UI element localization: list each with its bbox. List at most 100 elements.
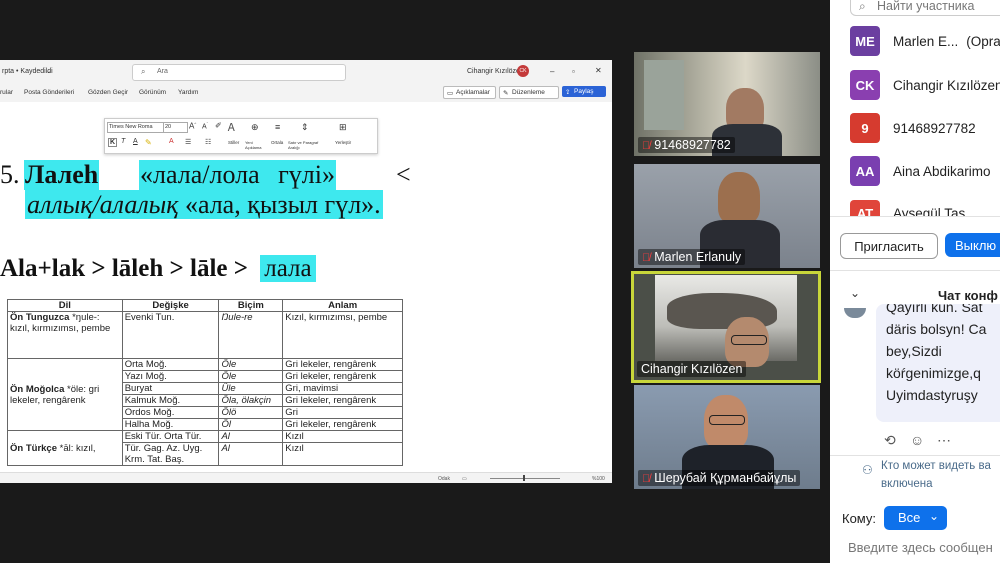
video-tile[interactable]: 🎙̸ 91468927782	[634, 52, 820, 156]
share-icon: ⇪	[565, 89, 571, 96]
center-align-icon[interactable]: ≡	[275, 122, 280, 132]
glasses-shape	[731, 335, 767, 345]
avatar: CK	[850, 70, 880, 100]
video-tile-active-speaker[interactable]: Cihangir Kızılözen	[631, 271, 821, 383]
search-placeholder: Ara	[157, 68, 168, 75]
participant-row[interactable]: ME Marlen E... (Opra	[850, 26, 1000, 56]
table-cell: Al	[218, 430, 284, 443]
participant-name: 91468927782	[654, 138, 731, 152]
font-name-select[interactable]: Times New Roma	[107, 122, 164, 133]
reply-icon[interactable]: ⟲	[884, 432, 896, 449]
video-tile[interactable]: 🎙̸ Marlen Erlanuly	[634, 164, 820, 268]
table-cell: Gri lekeler, rengârenk	[282, 418, 403, 431]
italic-icon[interactable]: T	[121, 138, 125, 145]
mic-muted-icon: 🎙̸	[642, 252, 651, 264]
shrink-font-icon[interactable]: Aˇ	[202, 121, 208, 130]
column-header: Dil	[7, 299, 123, 312]
table-row: Ön Türkçe *āl: kızıl, Eski Tür. Orta Tür…	[7, 430, 403, 466]
heading-line-2: аллық/алалық «ала, қызыл гүл».	[25, 190, 383, 219]
chat-title: Чат конф	[938, 288, 998, 303]
right-margin	[500, 102, 612, 472]
visibility-notice-line-2: включена	[881, 478, 933, 490]
chat-line: köŕgenimizge,q	[886, 365, 981, 381]
column-header: Değişke	[121, 299, 220, 312]
format-painter-icon[interactable]: ✐	[215, 121, 222, 130]
chat-line: däris bolsyn! Ca	[886, 321, 987, 337]
search-placeholder: Найти участника	[877, 0, 975, 13]
avatar: AA	[850, 156, 880, 186]
table-cell: Gri, mavimsi	[282, 382, 403, 395]
menu-item[interactable]: Yardım	[178, 89, 198, 96]
avatar: 9	[850, 113, 880, 143]
table-cell: Öl	[218, 418, 284, 431]
insert-icon[interactable]: ⊞	[339, 122, 347, 133]
participant-row[interactable]: 9 91468927782	[850, 113, 976, 143]
participant-role: (Opra	[966, 33, 1000, 49]
table-cell: Kızıl	[282, 442, 403, 466]
chat-line: bey,Sizdi	[886, 343, 942, 359]
focus-mode-button[interactable]: Odak	[438, 476, 450, 482]
user-name: Cihangir Kızılözen	[467, 68, 524, 75]
avatar: AT	[850, 200, 880, 216]
word-status-bar: Odak ▭ %100	[0, 472, 612, 483]
chat-message-input[interactable]: Введите здесь сообщен	[848, 540, 993, 555]
column-header: Anlam	[282, 299, 403, 312]
search-box[interactable]: ⌕ Ara	[132, 64, 346, 81]
close-icon[interactable]: ✕	[595, 66, 602, 75]
participant-row[interactable]: AT Aysegül Tas	[850, 200, 965, 216]
chevron-down-icon[interactable]: ⌄	[850, 286, 860, 300]
highlight-icon[interactable]: ✎	[145, 138, 152, 147]
participant-name: Marlen E...	[893, 33, 959, 49]
font-color-icon[interactable]: A	[169, 138, 174, 145]
table-cell: Öle	[218, 358, 284, 371]
share-button[interactable]: ⇪ Paylaş	[562, 86, 606, 97]
menu-item[interactable]: Posta Gönderileri	[24, 89, 74, 96]
new-comment-icon[interactable]: ⊕	[251, 122, 259, 133]
mic-muted-icon: 🎙̸	[642, 473, 651, 485]
grow-font-icon[interactable]: A^	[189, 121, 196, 131]
participant-name: 91468927782	[893, 120, 976, 136]
recipient-select[interactable]: Все ⌄	[884, 506, 947, 530]
bullets-icon[interactable]: ☰	[185, 138, 191, 146]
participant-row[interactable]: CK Cihangir Kızılözen	[850, 70, 1000, 100]
table-cell: Yazı Moğ.	[121, 370, 220, 383]
bold-icon[interactable]: K	[108, 138, 118, 147]
avatar[interactable]: CK	[517, 65, 529, 77]
numbering-icon[interactable]: ☷	[205, 138, 211, 146]
chevron-down-icon[interactable]: ⌄	[46, 68, 51, 75]
table-cell: Ön Moğolca *öle: gri lekeler, rengârenk	[7, 358, 123, 431]
maximize-icon[interactable]: ▫	[572, 67, 575, 76]
line-spacing-icon[interactable]: ⇕	[301, 122, 309, 133]
table-cell: Gri	[282, 406, 403, 419]
zoom-level[interactable]: %100	[592, 476, 605, 482]
comments-button[interactable]: ▭ Açıklamalar	[443, 86, 496, 99]
table-cell: Tür. Gag. Az. Uyg. Krm. Tat. Baş.	[121, 442, 220, 466]
menu-item[interactable]: Görünüm	[139, 89, 166, 96]
participant-name: Marlen Erlanuly	[654, 250, 742, 264]
table-header-row: Dil Değişke Biçim Anlam	[7, 299, 403, 312]
participant-search-input[interactable]: ⌕ Найти участника	[850, 0, 1000, 16]
underline-icon[interactable]: A	[133, 138, 138, 145]
to-label: Кому:	[842, 511, 876, 526]
participant-row[interactable]: AA Aina Abdikarimo	[850, 156, 991, 186]
invite-button[interactable]: Пригласить	[840, 233, 938, 259]
table-cell: Ŋule-re	[218, 311, 284, 359]
video-tile[interactable]: 🎙̸ Шерубай Құрманбайұлы	[634, 385, 820, 489]
table-cell: Ön Türkçe *āl: kızıl,	[7, 430, 123, 466]
people-icon: ⚇	[862, 463, 873, 477]
read-mode-icon[interactable]: ▭	[462, 476, 467, 482]
font-size-select[interactable]: 20	[163, 122, 188, 133]
more-options-icon[interactable]: ⋯	[937, 432, 951, 449]
participant-face	[718, 172, 760, 224]
zoom-slider-thumb[interactable]	[523, 475, 525, 481]
minimize-icon[interactable]: –	[550, 67, 554, 76]
document-page[interactable]: 5. Лалеh «лала/лола гүлі» < аллық/алалық…	[0, 102, 500, 483]
menu-item[interactable]: rular	[0, 89, 13, 96]
editing-mode-button[interactable]: ✎ Düzenleme	[499, 86, 559, 99]
table-cell: Ölö	[218, 406, 284, 419]
styles-icon[interactable]: Ꭺ	[228, 122, 235, 135]
menu-item[interactable]: Gözden Geçir	[88, 89, 128, 96]
mute-all-button[interactable]: Выклю	[945, 233, 1000, 257]
zoom-slider[interactable]	[490, 478, 560, 479]
reaction-icon[interactable]: ☺	[910, 432, 924, 448]
